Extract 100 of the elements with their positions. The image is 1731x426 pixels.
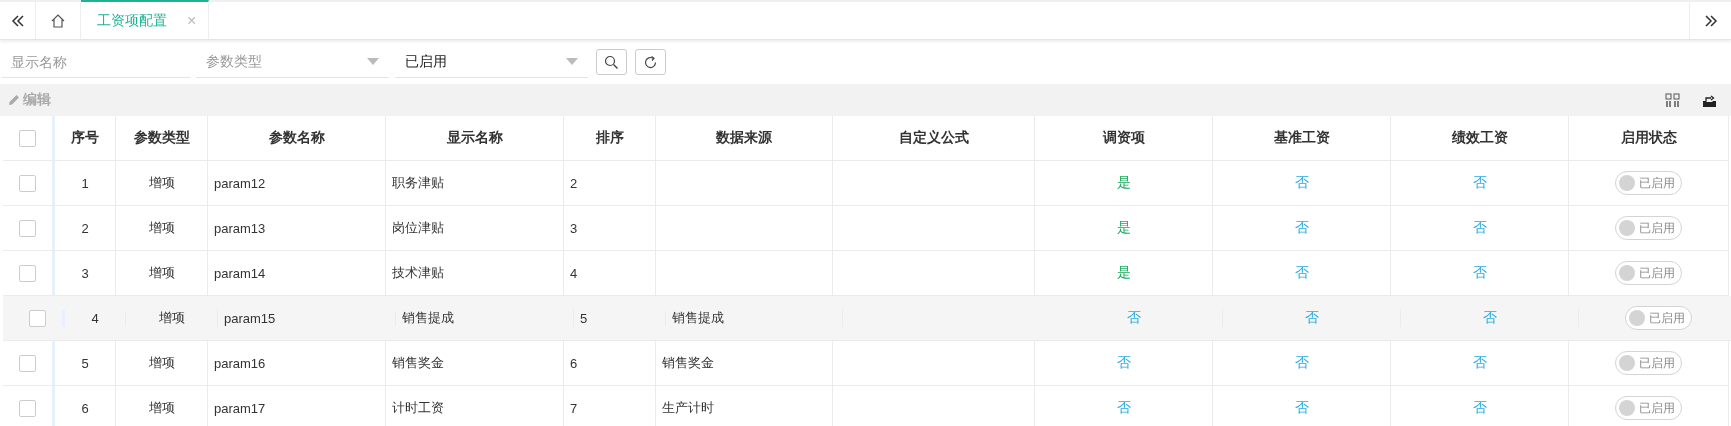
table-cell: 2 — [570, 175, 578, 191]
row-checkbox[interactable] — [19, 399, 36, 417]
table-cell: param12 — [214, 175, 266, 191]
column-header: 显示名称 — [446, 129, 503, 147]
page-tab[interactable]: 工资项配置 × — [81, 0, 210, 39]
yes-no-value: 否 — [1294, 354, 1309, 372]
table-cell: 3 — [570, 220, 578, 236]
select-all-checkbox[interactable] — [19, 129, 36, 147]
search-button[interactable] — [596, 49, 627, 75]
row-checkbox[interactable] — [29, 309, 46, 327]
table-cell: 增项 — [148, 219, 175, 237]
row-checkbox[interactable] — [19, 264, 36, 282]
caret-icon — [367, 58, 379, 65]
table-cell: 职务津贴 — [392, 174, 444, 192]
table-cell: 5 — [81, 355, 89, 371]
table-row[interactable]: 1 增项 param12 职务津贴 2 是 否 否 已启用 — [3, 161, 1729, 206]
yes-no-value: 否 — [1116, 354, 1131, 372]
yes-no-value: 否 — [1472, 399, 1487, 417]
double-chevron-left-icon — [10, 13, 25, 28]
edit-button[interactable]: 编辑 — [8, 91, 51, 109]
columns-icon — [1665, 92, 1680, 108]
refresh-button[interactable] — [635, 49, 666, 75]
yes-no-value: 否 — [1294, 219, 1309, 237]
table-row[interactable]: 5 增项 param16 销售奖金 6 销售奖金 否 否 否 已启用 — [3, 341, 1729, 386]
yes-no-value: 否 — [1116, 399, 1131, 417]
table-cell: 6 — [81, 400, 89, 416]
table-cell: 增项 — [148, 354, 175, 372]
yes-no-value: 否 — [1472, 219, 1487, 237]
table-cell: 计时工资 — [392, 399, 444, 417]
yes-no-value: 否 — [1472, 174, 1487, 192]
table-cell: 技术津贴 — [392, 264, 444, 282]
column-header: 排序 — [595, 129, 624, 147]
status-toggle[interactable]: 已启用 — [1615, 171, 1682, 195]
table-cell: 销售提成 — [672, 309, 724, 327]
status-toggle[interactable]: 已启用 — [1625, 306, 1692, 330]
status-toggle[interactable]: 已启用 — [1615, 261, 1682, 285]
yes-no-value: 否 — [1472, 264, 1487, 282]
table-cell: 销售奖金 — [392, 354, 444, 372]
table-cell: 6 — [570, 355, 578, 371]
table-cell: param13 — [214, 220, 266, 236]
yes-no-value: 是 — [1116, 264, 1131, 282]
column-header: 自定义公式 — [898, 129, 969, 147]
table-cell: 1 — [81, 175, 89, 191]
column-header: 数据来源 — [716, 129, 772, 147]
column-header: 序号 — [71, 129, 99, 147]
caret-icon — [566, 58, 578, 65]
status-select[interactable]: 已启用 — [395, 46, 588, 78]
table-cell: 销售奖金 — [662, 354, 714, 372]
table-cell: param17 — [214, 400, 266, 416]
table-cell: 4 — [570, 265, 578, 281]
yes-no-value: 是 — [1116, 219, 1131, 237]
status-toggle[interactable]: 已启用 — [1615, 396, 1682, 420]
status-toggle[interactable]: 已启用 — [1615, 351, 1682, 375]
table-cell: 岗位津贴 — [392, 219, 444, 237]
close-tab-button[interactable]: × — [187, 11, 197, 30]
home-tab[interactable] — [36, 2, 81, 39]
pencil-icon — [8, 94, 20, 106]
column-header: 参数名称 — [268, 129, 325, 147]
column-header: 启用状态 — [1620, 129, 1677, 147]
home-icon — [50, 12, 66, 29]
table-cell: 增项 — [148, 174, 175, 192]
table-row[interactable]: 2 增项 param13 岗位津贴 3 是 否 否 已启用 — [3, 206, 1729, 251]
yes-no-value: 否 — [1472, 354, 1487, 372]
table-row[interactable]: 4 增项 param15 销售提成 5 销售提成 否 否 否 已启用 — [3, 296, 1731, 341]
table-cell: 增项 — [158, 309, 185, 327]
table-cell: 4 — [91, 310, 99, 326]
column-header: 参数类型 — [133, 129, 190, 147]
tab-label: 工资项配置 — [97, 11, 167, 30]
column-header: 基准工资 — [1273, 129, 1330, 147]
table-cell: 生产计时 — [662, 399, 714, 417]
column-header: 调资项 — [1102, 129, 1145, 147]
table-cell: param15 — [224, 310, 276, 326]
table-cell: 销售提成 — [402, 309, 454, 327]
table-cell: 3 — [81, 265, 89, 281]
table-cell: param16 — [214, 355, 266, 371]
table-row[interactable]: 6 增项 param17 计时工资 7 生产计时 否 否 否 已启用 — [3, 386, 1729, 426]
refresh-icon — [643, 54, 658, 70]
column-header: 绩效工资 — [1451, 129, 1508, 147]
status-toggle[interactable]: 已启用 — [1615, 216, 1682, 240]
search-icon — [604, 54, 619, 70]
yes-no-value: 是 — [1116, 174, 1131, 192]
table-cell: 7 — [570, 400, 578, 416]
yes-no-value: 否 — [1304, 309, 1319, 327]
scroll-left-button[interactable] — [0, 2, 36, 39]
param-type-select[interactable]: 参数类型 — [196, 46, 389, 78]
row-checkbox[interactable] — [19, 174, 36, 192]
table-cell: 2 — [81, 220, 89, 236]
table-cell: 增项 — [148, 264, 175, 282]
scroll-right-button[interactable] — [1689, 2, 1731, 39]
row-checkbox[interactable] — [19, 354, 36, 372]
yes-no-value: 否 — [1126, 309, 1141, 327]
row-checkbox[interactable] — [19, 219, 36, 237]
yes-no-value: 否 — [1482, 309, 1497, 327]
yes-no-value: 否 — [1294, 399, 1309, 417]
yes-no-value: 否 — [1294, 174, 1309, 192]
table-cell: param14 — [214, 265, 266, 281]
table-cell: 增项 — [148, 399, 175, 417]
double-chevron-right-icon — [1703, 13, 1718, 28]
table-cell: 5 — [580, 310, 588, 326]
yes-no-value: 否 — [1294, 264, 1309, 282]
